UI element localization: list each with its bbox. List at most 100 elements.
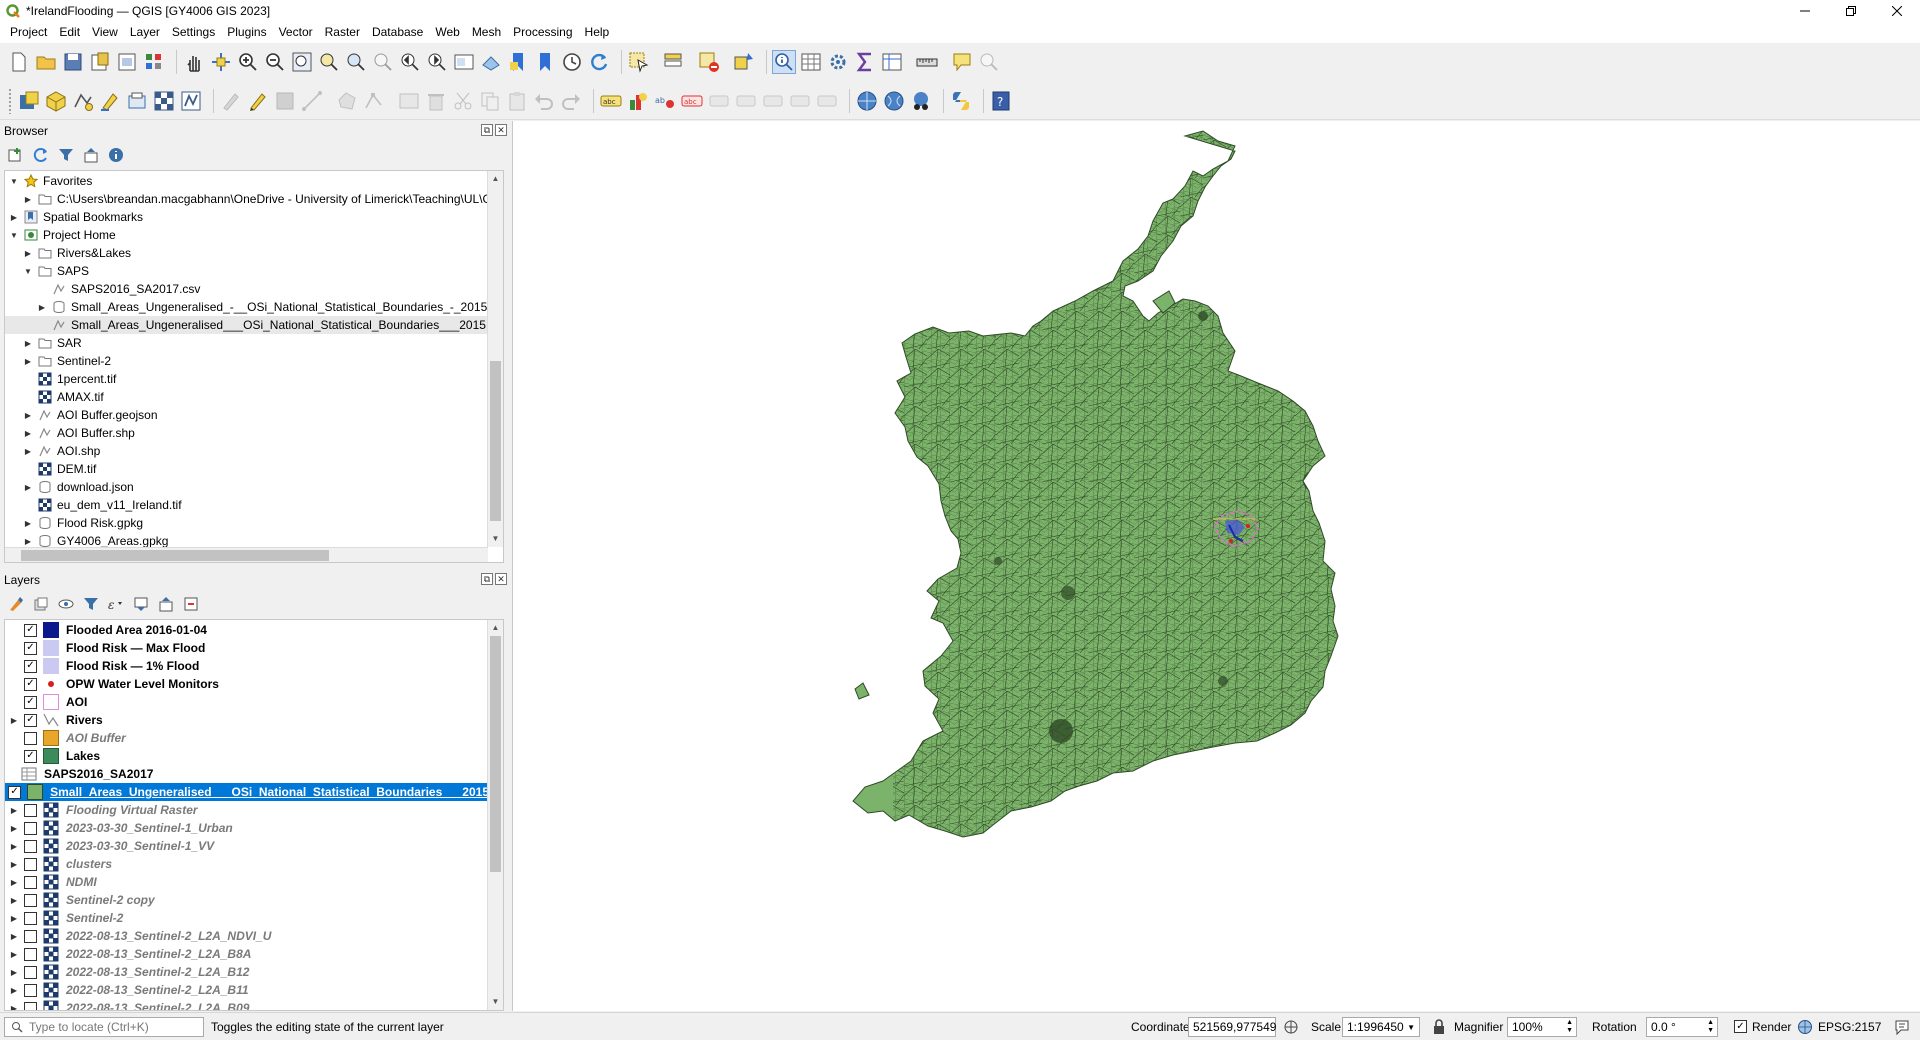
collapsed-arrow-icon[interactable]: ▶ — [23, 338, 33, 348]
layer-row-s1-urban[interactable]: ▶ 2023-03-30_Sentinel-1_Urban — [5, 819, 489, 837]
browser-item-small-areas-shp[interactable]: Small_Areas_Ungeneralised___OSi_National… — [5, 316, 503, 334]
temporal-controller-icon[interactable] — [561, 51, 583, 73]
locator-search-input[interactable]: Type to locate (Ctrl+K) — [4, 1017, 204, 1037]
collapsed-arrow-icon[interactable]: ▶ — [9, 949, 19, 959]
manage-map-themes-icon[interactable] — [58, 596, 74, 612]
zoom-selection-icon[interactable] — [318, 51, 340, 73]
refresh-icon[interactable] — [588, 51, 610, 73]
zoom-native-icon[interactable] — [372, 51, 394, 73]
new-virtual-layer-icon[interactable] — [126, 90, 148, 112]
collapsed-arrow-icon[interactable]: ▶ — [23, 446, 33, 456]
layer-row-clusters[interactable]: ▶ clusters — [5, 855, 489, 873]
move-label-icon[interactable] — [735, 90, 757, 112]
scroll-thumb[interactable] — [21, 550, 329, 561]
open-project-icon[interactable] — [35, 51, 57, 73]
expanded-arrow-icon[interactable]: ▼ — [23, 266, 33, 276]
collapsed-arrow-icon[interactable]: ▶ — [23, 194, 33, 204]
zoom-in-icon[interactable] — [237, 51, 259, 73]
layer-visibility-checkbox[interactable]: ✓ — [24, 623, 37, 637]
layer-row-sentinel2-copy[interactable]: ▶ Sentinel-2 copy — [5, 891, 489, 909]
measure-line-icon[interactable] — [916, 51, 938, 73]
digitize-icon[interactable] — [301, 90, 323, 112]
collapsed-arrow-icon[interactable]: ▶ — [9, 805, 19, 815]
layer-row-small-areas[interactable]: ✓ Small_Areas_Ungeneralised___OSi_Nation… — [5, 783, 489, 801]
layer-row-b09[interactable]: ▶ 2022-08-13_Sentinel-2_L2A_B09 — [5, 999, 489, 1010]
layer-visibility-checkbox[interactable] — [24, 821, 37, 835]
pan-to-selection-icon[interactable] — [210, 51, 232, 73]
delete-selected-icon[interactable] — [425, 90, 447, 112]
collapsed-arrow-icon[interactable]: ▶ — [9, 895, 19, 905]
collapse-all-icon[interactable] — [158, 596, 174, 612]
layer-visibility-checkbox[interactable] — [24, 911, 37, 925]
crs-globe-icon[interactable] — [1797, 1019, 1813, 1035]
collapsed-arrow-icon[interactable]: ▶ — [9, 931, 19, 941]
browser-item-eu-dem[interactable]: eu_dem_v11_Ireland.tif — [38, 496, 182, 514]
layer-visibility-checkbox[interactable] — [24, 983, 37, 997]
zoom-full-icon[interactable] — [291, 51, 313, 73]
layer-row-b8a[interactable]: ▶ 2022-08-13_Sentinel-2_L2A_B8A — [5, 945, 489, 963]
rotation-spinbox[interactable]: 0.0 ° ▲ ▼ — [1646, 1017, 1718, 1037]
filter-expression-icon[interactable]: ε — [108, 596, 124, 612]
browser-item-dem[interactable]: DEM.tif — [38, 460, 96, 478]
layer-visibility-checkbox[interactable] — [24, 803, 37, 817]
collapsed-arrow-icon[interactable]: ▶ — [9, 841, 19, 851]
collapse-all-icon[interactable] — [83, 147, 99, 163]
statistics-sigma-icon[interactable] — [854, 51, 876, 73]
label-properties-icon[interactable] — [816, 90, 838, 112]
layer-visibility-checkbox[interactable] — [24, 929, 37, 943]
pan-map-icon[interactable] — [183, 51, 205, 73]
label-toolbar-icon[interactable]: abc — [600, 90, 622, 112]
field-calculator-icon[interactable] — [881, 51, 903, 73]
menu-processing[interactable]: Processing — [507, 21, 578, 43]
menu-project[interactable]: Project — [4, 21, 53, 43]
layer-labeling-icon[interactable]: ab — [654, 90, 676, 112]
wfs-layer-icon[interactable] — [883, 90, 905, 112]
layer-row-flood-risk-1pct[interactable]: ✓ Flood Risk — 1% Flood — [5, 657, 489, 675]
save-as-icon[interactable] — [89, 51, 111, 73]
minimize-button[interactable] — [1782, 0, 1828, 21]
close-window-button[interactable] — [1874, 0, 1920, 21]
collapsed-arrow-icon[interactable]: ▶ — [9, 823, 19, 833]
collapsed-arrow-icon[interactable]: ▶ — [9, 985, 19, 995]
menu-database[interactable]: Database — [366, 21, 429, 43]
modify-attributes-icon[interactable] — [398, 90, 420, 112]
browser-item-aoi-buffer-geojson[interactable]: ▶ AOI Buffer.geojson — [23, 406, 158, 424]
map-tips-icon[interactable] — [951, 51, 973, 73]
vertex-tool-icon[interactable] — [363, 90, 385, 112]
layers-float-button[interactable]: ⧉ — [481, 573, 493, 585]
new-map-view-icon[interactable] — [453, 51, 475, 73]
change-label-icon[interactable] — [789, 90, 811, 112]
help-contents-icon[interactable]: ? — [990, 90, 1012, 112]
add-group-icon[interactable] — [33, 596, 49, 612]
menu-vector[interactable]: Vector — [273, 21, 319, 43]
menu-settings[interactable]: Settings — [166, 21, 221, 43]
add-vector-layer-icon[interactable] — [180, 90, 202, 112]
layer-row-s1-vv[interactable]: ▶ 2023-03-30_Sentinel-1_VV — [5, 837, 489, 855]
locator-settings-icon[interactable] — [978, 51, 1000, 73]
new-geopackage-icon[interactable] — [45, 90, 67, 112]
browser-item-amax[interactable]: AMAX.tif — [38, 388, 104, 406]
toggle-editing-icon[interactable] — [247, 90, 269, 112]
menu-help[interactable]: Help — [579, 21, 616, 43]
collapsed-arrow-icon[interactable]: ▶ — [23, 356, 33, 366]
layer-visibility-checkbox[interactable]: ✓ — [24, 677, 37, 691]
browser-item-rivers-lakes[interactable]: ▶ Rivers&Lakes — [23, 244, 131, 262]
save-project-icon[interactable] — [62, 51, 84, 73]
map-canvas[interactable] — [512, 121, 1920, 1011]
lock-icon[interactable] — [1432, 1019, 1446, 1035]
print-layout-icon[interactable] — [116, 51, 138, 73]
collapsed-arrow-icon[interactable]: ▶ — [9, 877, 19, 887]
browser-item-aoi-buffer-shp[interactable]: ▶ AOI Buffer.shp — [23, 424, 135, 442]
expanded-arrow-icon[interactable]: ▼ — [9, 230, 19, 240]
style-manager-icon[interactable] — [143, 51, 165, 73]
identify-features-icon[interactable] — [772, 49, 796, 74]
select-by-value-icon[interactable] — [663, 51, 685, 73]
layer-visibility-checkbox[interactable] — [24, 857, 37, 871]
layer-visibility-checkbox[interactable] — [24, 875, 37, 889]
diagram-options-icon[interactable] — [627, 90, 649, 112]
layer-visibility-checkbox[interactable] — [24, 731, 37, 745]
browser-item-sar[interactable]: ▶ SAR — [23, 334, 82, 352]
layer-visibility-checkbox[interactable] — [24, 893, 37, 907]
scroll-up-arrow-icon[interactable]: ▲ — [488, 620, 503, 636]
layer-row-saps-table[interactable]: SAPS2016_SA2017 — [5, 765, 489, 783]
